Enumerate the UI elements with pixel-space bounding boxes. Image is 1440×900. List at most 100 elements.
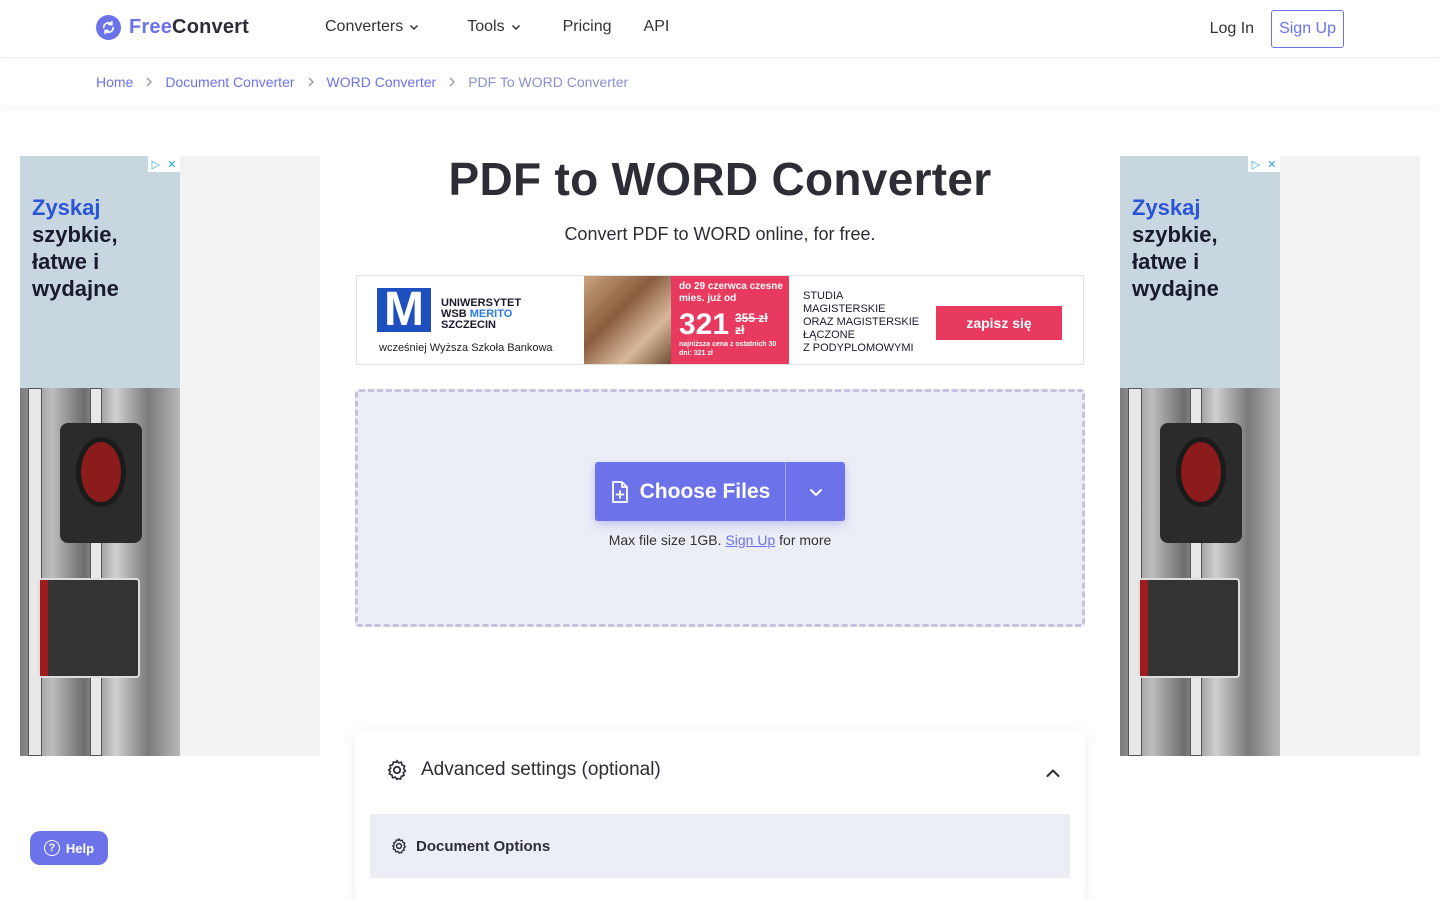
logo-text-free: Free: [129, 16, 173, 38]
side-ad-left[interactable]: Zyskaj szybkie, łatwe i wydajne ▷ ✕: [20, 156, 320, 756]
logo-sync-icon: [96, 15, 121, 40]
nav-converters-label: Converters: [325, 18, 404, 35]
signup-link[interactable]: Sign Up: [725, 532, 775, 548]
ad-info-icon: ▷: [1251, 158, 1261, 171]
ad-pump-photo: [1120, 388, 1280, 756]
logo[interactable]: FreeConvert: [96, 15, 249, 40]
wsb-merito-logo: M: [377, 286, 431, 334]
ad-choices-icon[interactable]: ▷ ✕: [148, 156, 180, 172]
choose-files-button[interactable]: Choose Files: [595, 462, 785, 521]
signup-button[interactable]: Sign Up: [1271, 10, 1344, 48]
ad-headline-panel: Zyskaj szybkie, łatwe i wydajne: [20, 156, 180, 388]
login-link[interactable]: Log In: [1210, 20, 1254, 38]
nav-converters[interactable]: Converters: [325, 18, 419, 36]
ad-headline-line: szybkie,: [1132, 222, 1218, 247]
main-nav: Converters Tools Pricing API: [325, 18, 669, 36]
upload-source-dropdown[interactable]: [785, 462, 845, 521]
document-options-section[interactable]: Document Options: [370, 814, 1070, 878]
banner-price-note: najniższa cena z ostatnich 30 dni: 321 z…: [679, 341, 777, 357]
banner-studia-line: ORAZ MAGISTERSKIE: [803, 316, 920, 328]
banner-studia-line: STUDIA: [803, 290, 844, 302]
top-navbar: FreeConvert Converters Tools Pricing API…: [0, 0, 1440, 58]
ad-control-box: [38, 578, 140, 678]
side-ad-creative[interactable]: Zyskaj szybkie, łatwe i wydajne ▷ ✕: [1120, 156, 1280, 756]
banner-students-photo: [584, 276, 671, 364]
nav-api[interactable]: API: [644, 18, 670, 36]
advanced-settings-header[interactable]: Advanced settings (optional): [385, 758, 661, 782]
breadcrumb-word-converter[interactable]: WORD Converter: [327, 74, 437, 90]
gear-icon: [391, 838, 407, 854]
ad-info-icon: ▷: [151, 158, 161, 171]
help-button[interactable]: ? Help: [30, 831, 108, 865]
banner-cta-button[interactable]: zapisz się: [936, 306, 1062, 340]
help-label: Help: [65, 840, 95, 856]
chevron-down-icon: [511, 24, 520, 31]
question-icon: ?: [43, 840, 60, 856]
banner-price-caption: do 29 czerwca czesne mies. już od: [679, 281, 783, 304]
choose-files-label: Choose Files: [639, 479, 771, 503]
close-icon[interactable]: ✕: [167, 158, 176, 171]
gear-icon: [387, 759, 407, 781]
max-file-size-note: Max file size 1GB. Sign Up for more: [355, 532, 1085, 548]
close-icon[interactable]: ✕: [1267, 158, 1276, 171]
ad-headline: Zyskaj szybkie, łatwe i wydajne: [1132, 194, 1219, 302]
banner-price-panel: do 29 czerwca czesne mies. już od 321 35…: [671, 276, 789, 364]
ad-pump-ring: [1176, 437, 1226, 507]
ad-headline-line: wydajne: [32, 276, 119, 301]
nav-pricing[interactable]: Pricing: [563, 18, 612, 36]
max-size-text: Max file size 1GB.: [608, 532, 722, 548]
max-size-suffix: for more: [779, 532, 832, 548]
banner-ad[interactable]: M UNIWERSYTET WSB MERITO SZCZECIN wcześn…: [356, 275, 1084, 365]
breadcrumb-document-converter[interactable]: Document Converter: [165, 74, 294, 90]
ad-pump: [1160, 423, 1242, 543]
breadcrumb-current: PDF To WORD Converter: [468, 74, 629, 90]
file-add-icon: [611, 480, 628, 503]
choose-files-button-group: Choose Files: [595, 462, 845, 521]
ad-headline-panel: Zyskaj szybkie, łatwe i wydajne: [1120, 156, 1280, 388]
ad-control-box: [1138, 578, 1240, 678]
nav-tools-label: Tools: [467, 18, 505, 35]
page-title: PDF to WORD Converter: [448, 153, 992, 205]
nav-tools[interactable]: Tools: [467, 18, 520, 36]
breadcrumb-bar: Home Document Converter WORD Converter P…: [0, 58, 1440, 105]
page-subtitle: Convert PDF to WORD online, for free.: [564, 224, 876, 244]
banner-price: 321: [679, 308, 730, 341]
ad-pipe: [1128, 388, 1142, 756]
advanced-settings-panel: Advanced settings (optional) Document Op…: [355, 730, 1085, 900]
chevron-down-icon: [809, 488, 822, 496]
ad-pump-ring: [76, 437, 126, 507]
chevron-up-icon[interactable]: [1045, 765, 1061, 781]
breadcrumb: Home Document Converter WORD Converter P…: [96, 74, 628, 90]
banner-studia-line: ŁĄCZONE: [803, 329, 855, 341]
ad-choices-icon[interactable]: ▷ ✕: [1248, 156, 1280, 172]
logo-text: FreeConvert: [129, 16, 249, 39]
chevron-right-icon: [146, 77, 153, 87]
chevron-down-icon: [410, 24, 419, 31]
ad-headline-line: Zyskaj: [32, 195, 101, 220]
ad-headline-line: wydajne: [1132, 276, 1219, 301]
banner-old-price: 355 zł zł: [735, 312, 768, 336]
ad-pipe: [28, 388, 42, 756]
ad-control-stripe: [1140, 580, 1148, 676]
logo-text-convert: Convert: [172, 16, 250, 38]
auth-links: Log In Sign Up: [1210, 10, 1344, 48]
banner-studia-line: Z PODYPLOMOWYMI: [803, 342, 914, 354]
banner-price-unit: zł: [735, 323, 745, 337]
banner-previous-name: wcześniej Wyższa Szkoła Bankowa: [379, 342, 553, 354]
ad-headline-line: łatwe i: [1132, 249, 1200, 274]
side-ad-creative[interactable]: Zyskaj szybkie, łatwe i wydajne ▷ ✕: [20, 156, 180, 756]
chevron-right-icon: [308, 77, 314, 87]
side-ad-right[interactable]: Zyskaj szybkie, łatwe i wydajne ▷ ✕: [1120, 156, 1420, 756]
ad-control-stripe: [40, 580, 48, 676]
banner-studia-text: STUDIA MAGISTERSKIE ORAZ MAGISTERSKIE ŁĄ…: [803, 290, 919, 355]
ad-headline-line: Zyskaj: [1132, 195, 1201, 220]
breadcrumb-home[interactable]: Home: [96, 74, 133, 90]
chevron-right-icon: [449, 77, 456, 87]
ad-pump-photo: [20, 388, 180, 756]
ad-headline: Zyskaj szybkie, łatwe i wydajne: [32, 194, 119, 302]
ad-headline-line: szybkie,: [32, 222, 118, 247]
banner-university-name: UNIWERSYTET WSB MERITO SZCZECIN: [441, 298, 521, 331]
banner-uni-line: SZCZECIN: [441, 319, 496, 331]
advanced-settings-title: Advanced settings (optional): [421, 759, 661, 780]
banner-studia-line: MAGISTERSKIE: [803, 303, 886, 315]
